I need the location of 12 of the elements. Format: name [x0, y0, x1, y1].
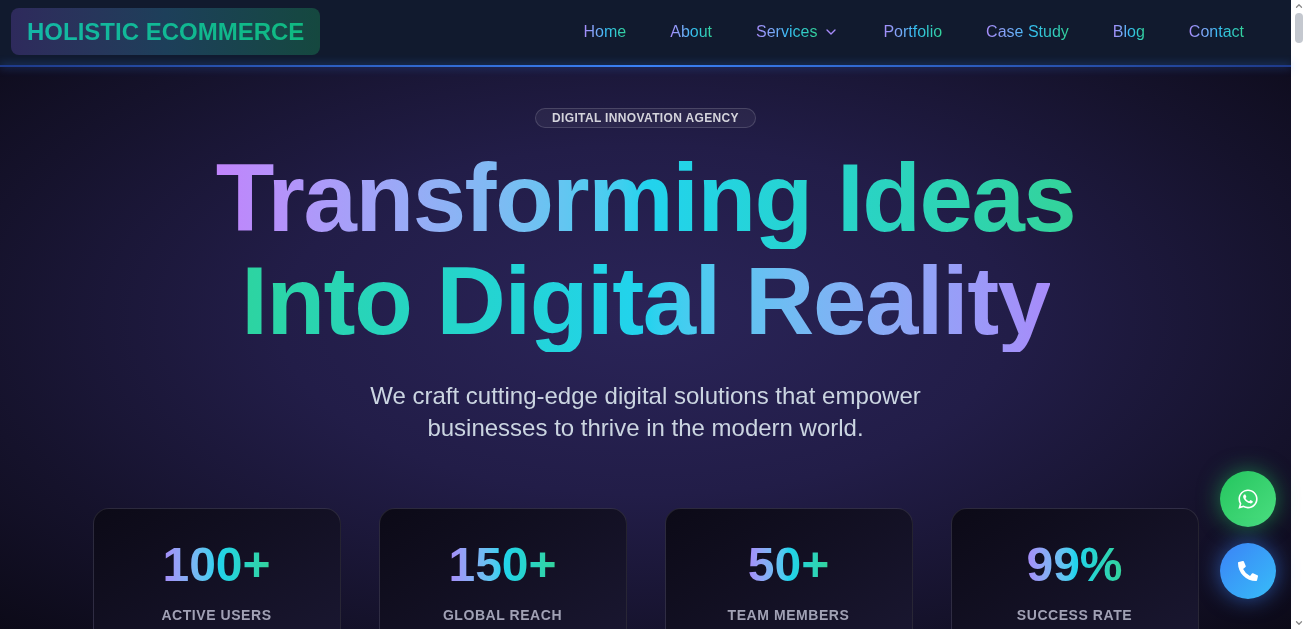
hero-badge: DIGITAL INNOVATION AGENCY — [535, 108, 756, 128]
phone-icon — [1238, 561, 1258, 581]
hero-subtitle: We craft cutting-edge digital solutions that empower businesses to thrive in the modern world. — [369, 381, 922, 443]
stat-label: SUCCESS RATE — [1016, 606, 1133, 625]
scroll-down-icon[interactable] — [1293, 618, 1304, 628]
stat-label: GLOBAL REACH — [442, 606, 563, 625]
stat-label: ACTIVE USERS — [161, 606, 272, 625]
stat-label: TEAM MEMBERS — [727, 606, 850, 625]
scroll-up-icon[interactable] — [1293, 1, 1304, 11]
logo[interactable]: HOLISTIC ECOMMERCE — [11, 8, 321, 55]
chat-phone-icon — [1237, 488, 1259, 510]
scrollbar-thumb[interactable] — [1294, 13, 1303, 43]
